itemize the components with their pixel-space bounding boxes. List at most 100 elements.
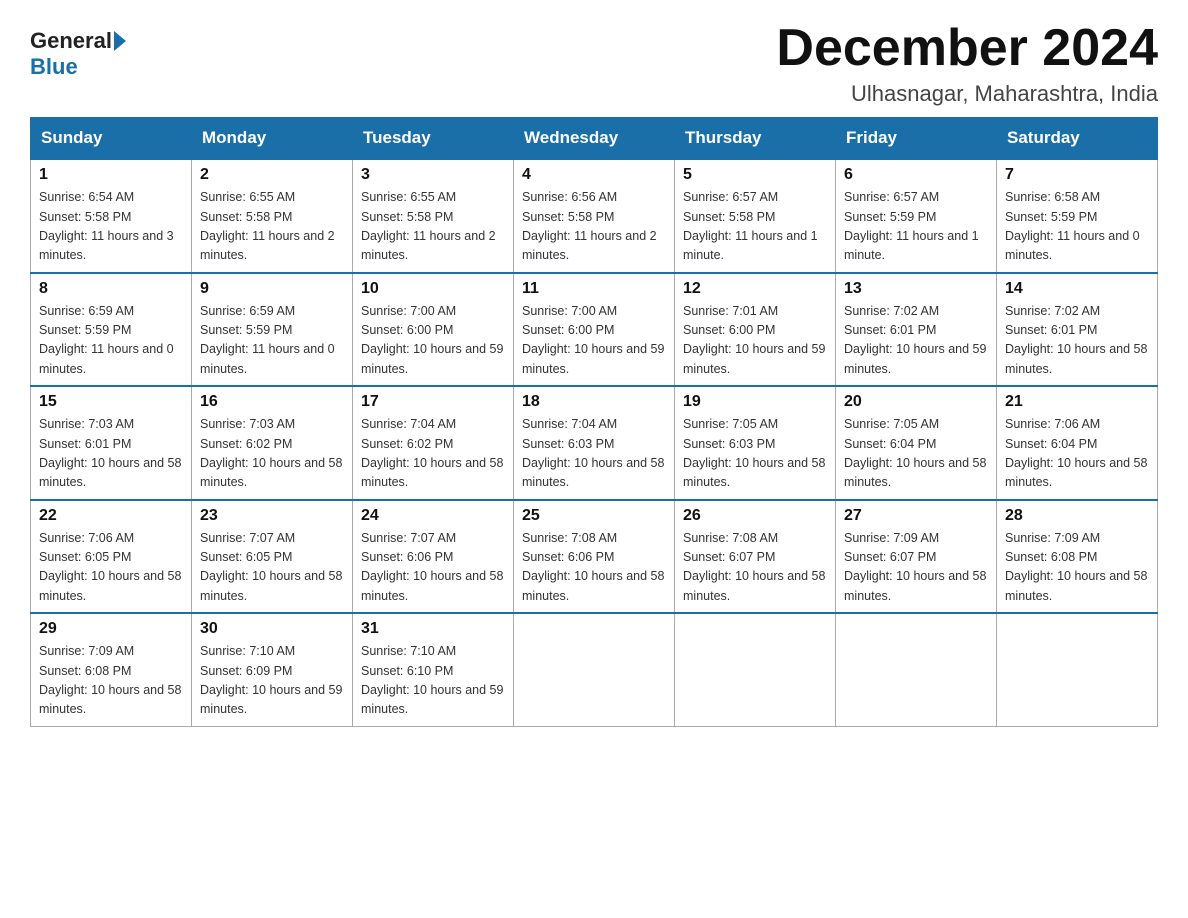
calendar-week-row: 29 Sunrise: 7:09 AMSunset: 6:08 PMDaylig… bbox=[31, 613, 1158, 726]
calendar-cell bbox=[514, 613, 675, 726]
day-info: Sunrise: 7:10 AMSunset: 6:10 PMDaylight:… bbox=[361, 644, 503, 716]
day-info: Sunrise: 6:55 AMSunset: 5:58 PMDaylight:… bbox=[361, 190, 496, 262]
calendar-cell: 26 Sunrise: 7:08 AMSunset: 6:07 PMDaylig… bbox=[675, 500, 836, 614]
day-number: 8 bbox=[39, 280, 183, 298]
calendar-week-row: 1 Sunrise: 6:54 AMSunset: 5:58 PMDayligh… bbox=[31, 159, 1158, 273]
day-info: Sunrise: 6:58 AMSunset: 5:59 PMDaylight:… bbox=[1005, 190, 1140, 262]
calendar-cell bbox=[675, 613, 836, 726]
calendar-week-row: 15 Sunrise: 7:03 AMSunset: 6:01 PMDaylig… bbox=[31, 386, 1158, 500]
calendar-week-row: 22 Sunrise: 7:06 AMSunset: 6:05 PMDaylig… bbox=[31, 500, 1158, 614]
calendar-cell: 9 Sunrise: 6:59 AMSunset: 5:59 PMDayligh… bbox=[192, 273, 353, 387]
calendar-cell: 31 Sunrise: 7:10 AMSunset: 6:10 PMDaylig… bbox=[353, 613, 514, 726]
day-info: Sunrise: 6:59 AMSunset: 5:59 PMDaylight:… bbox=[39, 304, 174, 376]
main-title: December 2024 bbox=[776, 20, 1158, 77]
calendar-cell: 17 Sunrise: 7:04 AMSunset: 6:02 PMDaylig… bbox=[353, 386, 514, 500]
day-info: Sunrise: 7:07 AMSunset: 6:05 PMDaylight:… bbox=[200, 531, 342, 603]
subtitle: Ulhasnagar, Maharashtra, India bbox=[776, 81, 1158, 107]
calendar-cell: 29 Sunrise: 7:09 AMSunset: 6:08 PMDaylig… bbox=[31, 613, 192, 726]
title-block: December 2024 Ulhasnagar, Maharashtra, I… bbox=[776, 20, 1158, 107]
day-info: Sunrise: 7:03 AMSunset: 6:01 PMDaylight:… bbox=[39, 417, 181, 489]
calendar-header-tuesday: Tuesday bbox=[353, 118, 514, 160]
day-number: 19 bbox=[683, 393, 827, 411]
logo-general: General bbox=[30, 28, 126, 54]
day-number: 30 bbox=[200, 620, 344, 638]
day-number: 15 bbox=[39, 393, 183, 411]
calendar-header-friday: Friday bbox=[836, 118, 997, 160]
day-number: 25 bbox=[522, 507, 666, 525]
calendar-cell: 5 Sunrise: 6:57 AMSunset: 5:58 PMDayligh… bbox=[675, 159, 836, 273]
day-number: 23 bbox=[200, 507, 344, 525]
calendar-cell: 10 Sunrise: 7:00 AMSunset: 6:00 PMDaylig… bbox=[353, 273, 514, 387]
calendar-cell: 6 Sunrise: 6:57 AMSunset: 5:59 PMDayligh… bbox=[836, 159, 997, 273]
calendar-cell: 23 Sunrise: 7:07 AMSunset: 6:05 PMDaylig… bbox=[192, 500, 353, 614]
calendar-cell: 13 Sunrise: 7:02 AMSunset: 6:01 PMDaylig… bbox=[836, 273, 997, 387]
day-info: Sunrise: 7:06 AMSunset: 6:05 PMDaylight:… bbox=[39, 531, 181, 603]
day-number: 2 bbox=[200, 166, 344, 184]
calendar-cell: 2 Sunrise: 6:55 AMSunset: 5:58 PMDayligh… bbox=[192, 159, 353, 273]
calendar-cell: 12 Sunrise: 7:01 AMSunset: 6:00 PMDaylig… bbox=[675, 273, 836, 387]
day-info: Sunrise: 7:06 AMSunset: 6:04 PMDaylight:… bbox=[1005, 417, 1147, 489]
calendar-header-thursday: Thursday bbox=[675, 118, 836, 160]
logo: General Blue bbox=[30, 28, 126, 80]
day-info: Sunrise: 7:09 AMSunset: 6:07 PMDaylight:… bbox=[844, 531, 986, 603]
day-info: Sunrise: 7:08 AMSunset: 6:06 PMDaylight:… bbox=[522, 531, 664, 603]
day-info: Sunrise: 7:08 AMSunset: 6:07 PMDaylight:… bbox=[683, 531, 825, 603]
day-info: Sunrise: 6:59 AMSunset: 5:59 PMDaylight:… bbox=[200, 304, 335, 376]
day-info: Sunrise: 7:00 AMSunset: 6:00 PMDaylight:… bbox=[361, 304, 503, 376]
day-info: Sunrise: 7:05 AMSunset: 6:04 PMDaylight:… bbox=[844, 417, 986, 489]
day-number: 18 bbox=[522, 393, 666, 411]
day-info: Sunrise: 6:56 AMSunset: 5:58 PMDaylight:… bbox=[522, 190, 657, 262]
day-info: Sunrise: 6:55 AMSunset: 5:58 PMDaylight:… bbox=[200, 190, 335, 262]
calendar-cell: 24 Sunrise: 7:07 AMSunset: 6:06 PMDaylig… bbox=[353, 500, 514, 614]
day-number: 31 bbox=[361, 620, 505, 638]
logo-blue-text: Blue bbox=[30, 54, 78, 80]
calendar-cell: 21 Sunrise: 7:06 AMSunset: 6:04 PMDaylig… bbox=[997, 386, 1158, 500]
day-number: 26 bbox=[683, 507, 827, 525]
day-number: 9 bbox=[200, 280, 344, 298]
calendar-cell: 18 Sunrise: 7:04 AMSunset: 6:03 PMDaylig… bbox=[514, 386, 675, 500]
day-info: Sunrise: 7:09 AMSunset: 6:08 PMDaylight:… bbox=[1005, 531, 1147, 603]
day-number: 22 bbox=[39, 507, 183, 525]
calendar-cell bbox=[997, 613, 1158, 726]
calendar-week-row: 8 Sunrise: 6:59 AMSunset: 5:59 PMDayligh… bbox=[31, 273, 1158, 387]
calendar-cell: 7 Sunrise: 6:58 AMSunset: 5:59 PMDayligh… bbox=[997, 159, 1158, 273]
day-number: 20 bbox=[844, 393, 988, 411]
page-header: General Blue December 2024 Ulhasnagar, M… bbox=[30, 20, 1158, 107]
day-number: 5 bbox=[683, 166, 827, 184]
day-number: 14 bbox=[1005, 280, 1149, 298]
day-number: 6 bbox=[844, 166, 988, 184]
day-number: 16 bbox=[200, 393, 344, 411]
calendar-cell: 15 Sunrise: 7:03 AMSunset: 6:01 PMDaylig… bbox=[31, 386, 192, 500]
day-number: 10 bbox=[361, 280, 505, 298]
day-number: 17 bbox=[361, 393, 505, 411]
calendar-cell: 22 Sunrise: 7:06 AMSunset: 6:05 PMDaylig… bbox=[31, 500, 192, 614]
day-number: 3 bbox=[361, 166, 505, 184]
day-info: Sunrise: 7:04 AMSunset: 6:03 PMDaylight:… bbox=[522, 417, 664, 489]
calendar-header-row: SundayMondayTuesdayWednesdayThursdayFrid… bbox=[31, 118, 1158, 160]
day-number: 21 bbox=[1005, 393, 1149, 411]
day-info: Sunrise: 6:57 AMSunset: 5:58 PMDaylight:… bbox=[683, 190, 818, 262]
calendar-cell bbox=[836, 613, 997, 726]
day-number: 13 bbox=[844, 280, 988, 298]
calendar-cell: 30 Sunrise: 7:10 AMSunset: 6:09 PMDaylig… bbox=[192, 613, 353, 726]
calendar-cell: 3 Sunrise: 6:55 AMSunset: 5:58 PMDayligh… bbox=[353, 159, 514, 273]
day-info: Sunrise: 7:05 AMSunset: 6:03 PMDaylight:… bbox=[683, 417, 825, 489]
day-info: Sunrise: 7:09 AMSunset: 6:08 PMDaylight:… bbox=[39, 644, 181, 716]
day-info: Sunrise: 7:10 AMSunset: 6:09 PMDaylight:… bbox=[200, 644, 342, 716]
day-number: 29 bbox=[39, 620, 183, 638]
logo-general-text: General bbox=[30, 28, 112, 54]
calendar-cell: 25 Sunrise: 7:08 AMSunset: 6:06 PMDaylig… bbox=[514, 500, 675, 614]
calendar-cell: 16 Sunrise: 7:03 AMSunset: 6:02 PMDaylig… bbox=[192, 386, 353, 500]
calendar-header-monday: Monday bbox=[192, 118, 353, 160]
day-info: Sunrise: 6:57 AMSunset: 5:59 PMDaylight:… bbox=[844, 190, 979, 262]
calendar-cell: 19 Sunrise: 7:05 AMSunset: 6:03 PMDaylig… bbox=[675, 386, 836, 500]
day-info: Sunrise: 7:04 AMSunset: 6:02 PMDaylight:… bbox=[361, 417, 503, 489]
day-info: Sunrise: 7:03 AMSunset: 6:02 PMDaylight:… bbox=[200, 417, 342, 489]
calendar-header-wednesday: Wednesday bbox=[514, 118, 675, 160]
day-number: 11 bbox=[522, 280, 666, 298]
logo-arrow-icon bbox=[114, 31, 126, 51]
day-number: 4 bbox=[522, 166, 666, 184]
day-number: 1 bbox=[39, 166, 183, 184]
day-info: Sunrise: 6:54 AMSunset: 5:58 PMDaylight:… bbox=[39, 190, 174, 262]
day-info: Sunrise: 7:02 AMSunset: 6:01 PMDaylight:… bbox=[844, 304, 986, 376]
